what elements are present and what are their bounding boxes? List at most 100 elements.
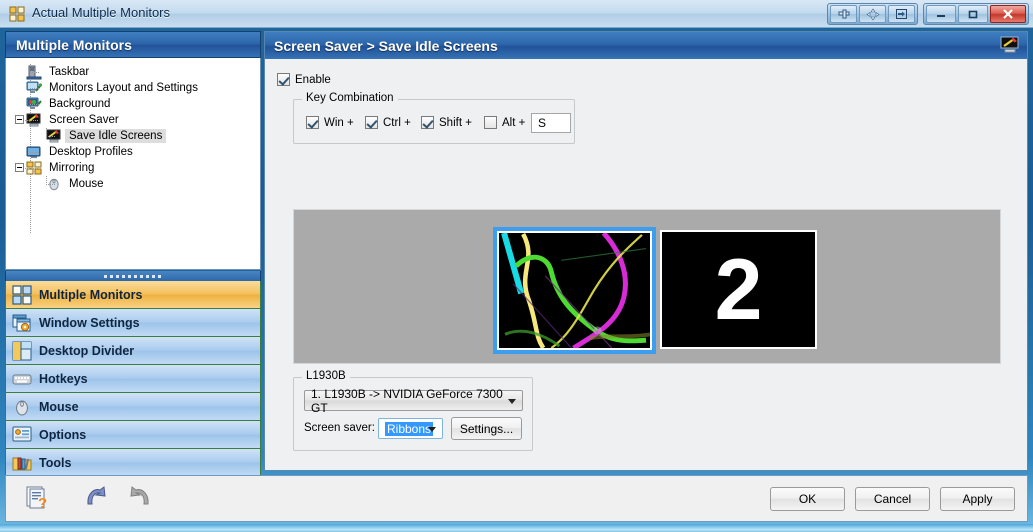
modifier-label: Shift + (439, 116, 472, 129)
redo-icon (124, 485, 152, 511)
display-device-select[interactable]: 1. L1930B -> NVIDIA GeForce 7300 GT (304, 387, 523, 415)
sidebar-nav: Multiple Monitors Window Settings Deskto… (5, 271, 261, 503)
title-bar: Actual Multiple Monitors (0, 0, 1033, 28)
key-combination-group: Key Combination Win + Ctrl + Shift + Alt… (293, 92, 575, 144)
window-settings-icon (12, 313, 32, 333)
sidebar-item-label: Options (39, 427, 87, 442)
sidebar-item-label: Desktop Divider (39, 343, 135, 358)
alt-checkbox[interactable] (484, 116, 497, 129)
sidebar-item-hotkeys[interactable]: Hotkeys (5, 365, 261, 393)
maximize-button[interactable] (958, 5, 988, 23)
page-title-text: Screen Saver > Save Idle Screens (274, 37, 498, 54)
modifier-alt[interactable]: Alt + (484, 116, 525, 129)
sidebar-grip[interactable] (5, 271, 261, 281)
hotkey-input[interactable]: S (531, 113, 571, 133)
undo-icon[interactable] (84, 485, 112, 511)
monitor-number-label: 2 (714, 241, 763, 338)
sidebar-item-window-settings[interactable]: Window Settings (5, 309, 261, 337)
sidebar-header: Multiple Monitors (5, 31, 261, 58)
sidebar-item-desktop-divider[interactable]: Desktop Divider (5, 337, 261, 365)
move-to-monitor-button[interactable] (859, 5, 886, 23)
window-controls-group (923, 3, 1029, 25)
tree-item-save-idle-screens[interactable]: Save Idle Screens (6, 128, 260, 144)
tree-item-desktop-profiles[interactable]: Desktop Profiles (6, 144, 260, 160)
sidebar-item-label: Tools (39, 455, 72, 470)
desktop-divider-icon (12, 341, 32, 361)
window-bottom-edge (0, 524, 1033, 532)
tree-expander-screen-saver[interactable] (15, 115, 24, 124)
chevron-down-icon (508, 398, 516, 404)
apply-button[interactable]: Apply (940, 487, 1015, 511)
close-button[interactable] (990, 5, 1026, 23)
tree-item-label: Screen Saver (49, 114, 119, 126)
monitor-preview-area[interactable]: 2 (293, 209, 1001, 364)
monitor-settings-group: L1930B 1. L1930B -> NVIDIA GeForce 7300 … (293, 370, 533, 451)
tree-item-monitors-layout[interactable]: Monitors Layout and Settings (6, 80, 260, 96)
tree-expander-mirroring[interactable] (15, 163, 24, 172)
footer-bar: ? OK Cancel Apply (5, 475, 1028, 522)
sidebar-item-multiple-monitors[interactable]: Multiple Monitors (5, 281, 261, 309)
sidebar-item-label: Mouse (39, 399, 79, 414)
cancel-button[interactable]: Cancel (855, 487, 930, 511)
modifier-label: Alt + (502, 116, 526, 129)
screen-saver-value: Ribbons (385, 421, 434, 436)
ribbons-screensaver-preview (499, 233, 650, 348)
shift-checkbox[interactable] (421, 116, 434, 129)
app-extra-buttons-group (827, 3, 918, 25)
modifier-label: Ctrl + (383, 116, 411, 129)
keyboard-icon (12, 369, 32, 389)
key-combination-caption: Key Combination (302, 92, 398, 104)
multiple-monitors-icon (12, 284, 32, 305)
monitor-preview-2[interactable]: 2 (660, 230, 817, 349)
sidebar-item-label: Window Settings (39, 315, 140, 330)
svg-text:?: ? (38, 495, 47, 511)
pin-to-top-button[interactable] (830, 5, 857, 23)
tree-item-taskbar[interactable]: Taskbar (6, 64, 260, 80)
tree-item-label: Mouse (69, 178, 104, 190)
modifier-ctrl[interactable]: Ctrl + (365, 116, 411, 129)
mouse-icon (12, 397, 32, 417)
tree-item-label: Background (49, 98, 111, 110)
navigation-tree[interactable]: Taskbar Monitors Layout and Settings Bac… (5, 58, 261, 270)
enable-checkbox-row[interactable]: Enable (277, 73, 331, 86)
main-panel: Screen Saver > Save Idle Screens Enable … (264, 31, 1028, 471)
tree-item-mouse[interactable]: Mouse (6, 176, 260, 192)
screen-saver-select[interactable]: Ribbons (378, 418, 443, 439)
tree-item-background[interactable]: Background (6, 96, 260, 112)
sidebar-item-label: Hotkeys (39, 371, 88, 386)
tree-item-mirroring[interactable]: Mirroring (6, 160, 260, 176)
chevron-down-icon (428, 426, 436, 432)
modifier-win[interactable]: Win + (306, 116, 354, 129)
screen-saver-icon (1000, 36, 1020, 54)
screen-saver-settings-button[interactable]: Settings... (451, 417, 522, 440)
sidebar: Multiple Monitors Taskbar Monitors Layou… (5, 31, 261, 503)
tree-item-label: Desktop Profiles (49, 146, 133, 158)
win-checkbox[interactable] (306, 116, 319, 129)
modifier-label: Win + (324, 116, 354, 129)
tree-item-label: Save Idle Screens (65, 129, 167, 143)
tools-icon (12, 453, 32, 473)
application-window: Actual Multiple Monitors Multiple Monito… (0, 0, 1033, 532)
window-title: Actual Multiple Monitors (32, 5, 170, 20)
monitor-preview-1[interactable] (493, 227, 656, 354)
tree-item-label: Monitors Layout and Settings (49, 82, 198, 94)
enable-checkbox[interactable] (277, 73, 290, 86)
ctrl-checkbox[interactable] (365, 116, 378, 129)
screen-saver-label: Screen saver: (304, 422, 375, 434)
tree-item-label: Taskbar (49, 66, 90, 78)
ok-button[interactable]: OK (770, 487, 845, 511)
sidebar-item-label: Multiple Monitors (39, 287, 143, 302)
app-monitors-icon (9, 6, 25, 22)
sidebar-item-tools[interactable]: Tools (5, 449, 261, 477)
modifier-shift[interactable]: Shift + (421, 116, 472, 129)
help-icon[interactable]: ? (24, 485, 52, 512)
minimize-button[interactable] (926, 5, 956, 23)
send-to-monitor-button[interactable] (888, 5, 915, 23)
page-title: Screen Saver > Save Idle Screens (265, 32, 1027, 59)
tree-item-screen-saver[interactable]: Screen Saver (6, 112, 260, 128)
sidebar-item-mouse[interactable]: Mouse (5, 393, 261, 421)
sidebar-item-options[interactable]: Options (5, 421, 261, 449)
main-panel-body: Enable Key Combination Win + Ctrl + Shif… (265, 59, 1027, 470)
display-device-value: 1. L1930B -> NVIDIA GeForce 7300 GT (311, 386, 503, 415)
monitor-group-caption: L1930B (302, 370, 350, 382)
